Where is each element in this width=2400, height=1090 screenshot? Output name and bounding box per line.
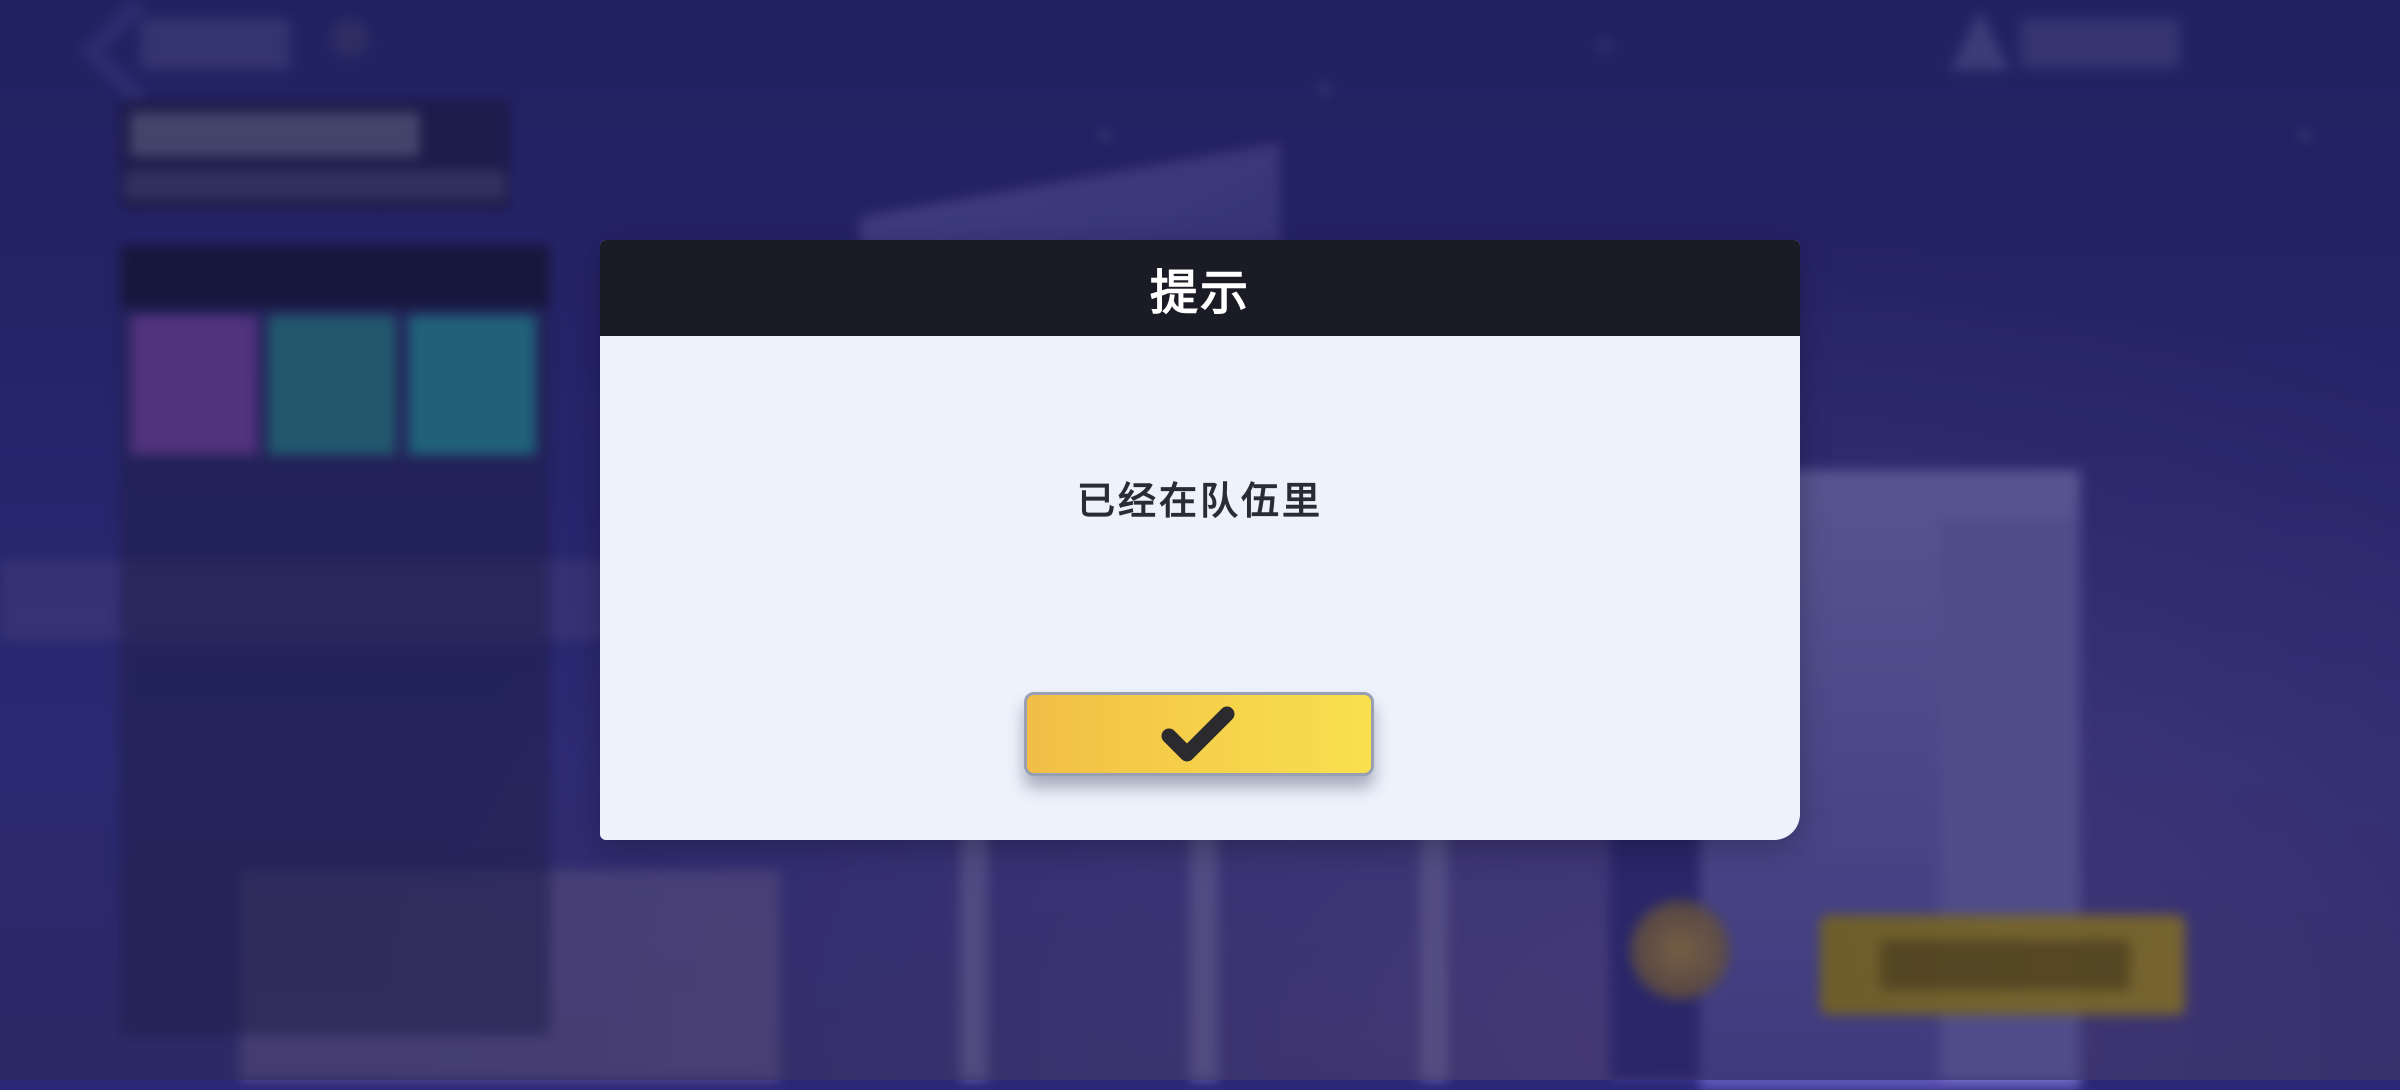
confirm-button[interactable] [1024, 692, 1374, 776]
dialog-header: 提示 [600, 240, 1800, 336]
dialog-message: 已经在队伍里 [1076, 479, 1323, 523]
dialog-title: 提示 [1149, 265, 1250, 321]
alert-dialog: 提示 已经在队伍里 [600, 240, 1800, 840]
check-icon [1161, 706, 1235, 762]
